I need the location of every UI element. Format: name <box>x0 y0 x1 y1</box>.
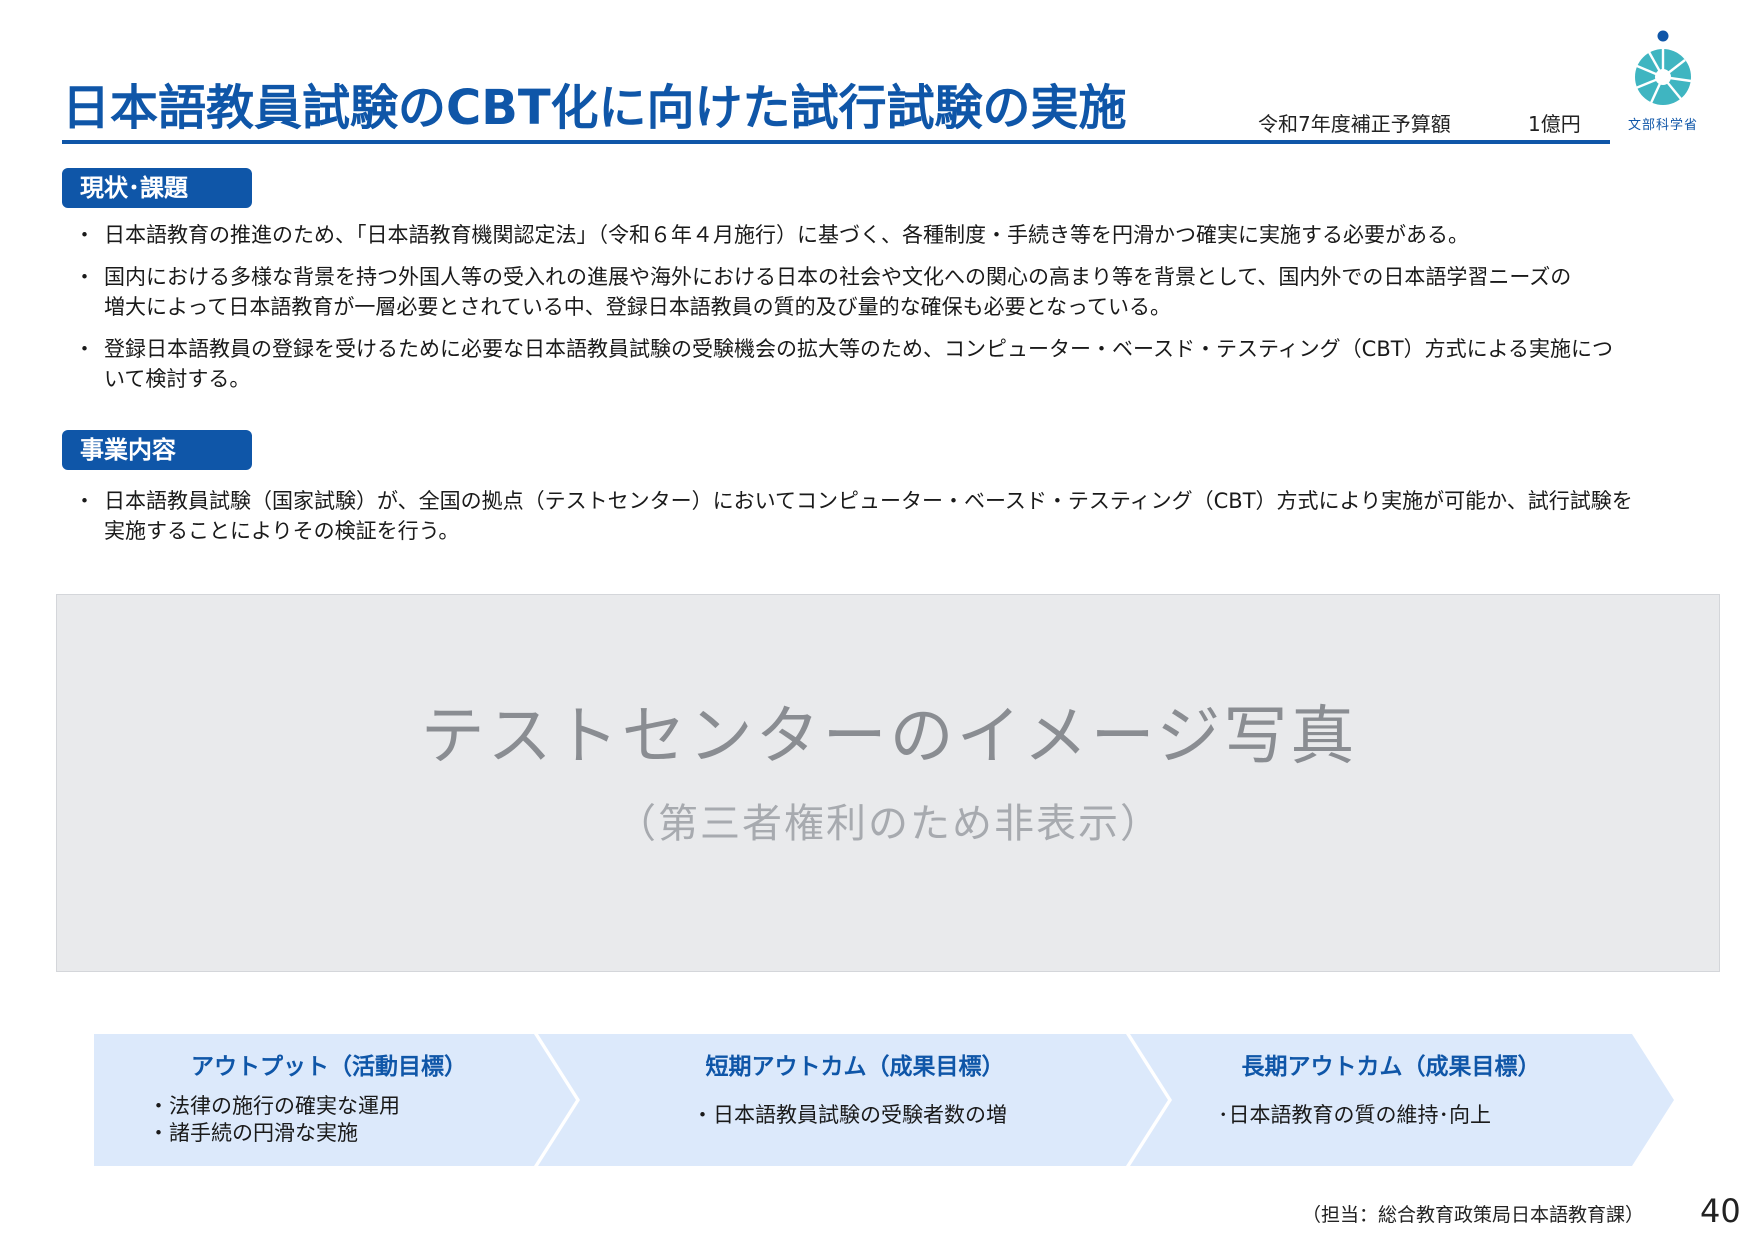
outcome-short-term-item: ・日本語教員試験の受験者数の増 <box>692 1103 1007 1127</box>
bullet-marker: ・ <box>74 265 95 289</box>
placeholder-sub-text: （第三者権利のため非表示） <box>616 801 1162 847</box>
outcome-output-item: ・法律の施行の確実な運用 <box>148 1094 400 1118</box>
page-number: 40 <box>1700 1192 1741 1230</box>
bullet-text-line: 増大によって日本語教育が一層必要とされている中、登録日本語教員の質的及び量的な確… <box>104 295 1172 319</box>
title-underline <box>62 140 1610 144</box>
section-label-business: 事業内容 <box>62 430 252 470</box>
outcome-long-term-item: ･日本語教育の質の維持･向上 <box>1218 1103 1491 1127</box>
bullet-text-line: 日本語教育の推進のため、「日本語教育機関認定法」（令和６年４月施行）に基づく、各… <box>104 223 1469 247</box>
outcome-long-term-title: 長期アウトカム（成果目標） <box>1241 1054 1541 1080</box>
placeholder-main-text: テストセンターのイメージ写真 <box>420 700 1358 774</box>
bullet-marker: ・ <box>74 223 95 247</box>
bullet-text-line: 登録日本語教員の登録を受けるために必要な日本語教員試験の受験機会の拡大等のため、… <box>104 337 1613 361</box>
bullet-marker: ・ <box>74 489 95 513</box>
page-title: 日本語教員試験のCBT化に向けた試行試験の実施 <box>62 80 1127 136</box>
section-label-status: 現状･課題 <box>62 168 252 208</box>
contact-department: （担当：総合教育政策局日本語教育課） <box>1302 1204 1645 1226</box>
outcome-output-title: アウトプット（活動目標） <box>191 1054 467 1080</box>
budget-amount: 1億円 <box>1528 112 1581 136</box>
outcome-output-item: ・諸手続の円滑な実施 <box>148 1121 358 1145</box>
outcome-short-term-title: 短期アウトカム（成果目標） <box>705 1054 1005 1080</box>
ministry-logo-icon <box>1635 30 1692 105</box>
bullet-text-line: 実施することによりその検証を行う。 <box>104 519 460 543</box>
bullet-text-line: 国内における多様な背景を持つ外国人等の受入れの進展や海外における日本の社会や文化… <box>104 265 1572 289</box>
bullet-marker: ・ <box>74 337 95 361</box>
image-placeholder: テストセンターのイメージ写真 （第三者権利のため非表示） <box>56 594 1720 972</box>
budget-label: 令和7年度補正予算額 <box>1258 112 1451 136</box>
bullet-text-line: 日本語教員試験（国家試験）が、全国の拠点（テストセンター）においてコンピューター… <box>104 489 1633 513</box>
bullet-text-line: いて検討する。 <box>104 367 251 391</box>
logo-text: 文部科学省 <box>1628 118 1699 133</box>
